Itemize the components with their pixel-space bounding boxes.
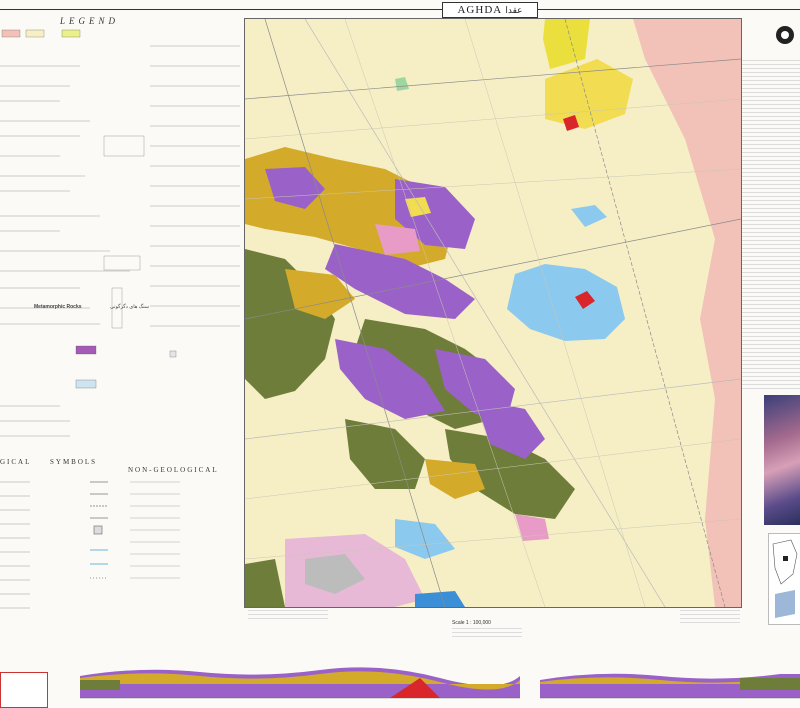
top-border-line xyxy=(0,9,800,10)
geological-map xyxy=(244,18,742,608)
symbols-panel xyxy=(0,481,180,609)
map-credits-right xyxy=(680,610,740,626)
legend-panel xyxy=(0,29,240,437)
location-map-outline xyxy=(772,539,798,618)
legend-stamp-box xyxy=(0,672,48,708)
symbols-nongeological-heading: NON-GEOLOGICAL xyxy=(128,466,219,474)
metamorphic-heading-persian: سنگ های دگرگونی xyxy=(110,304,149,310)
map-scale: Scale 1 : 100,000 xyxy=(452,620,491,626)
legend-heading: LEGEND xyxy=(60,16,120,26)
map-title-persian: عقدا xyxy=(505,5,523,15)
map-credits-left xyxy=(248,610,328,620)
symbols-geological-heading: GICAL xyxy=(0,458,32,466)
cross-section-a xyxy=(80,667,520,699)
map-credits-center xyxy=(452,628,522,640)
institute-logo-icon xyxy=(776,26,794,44)
cross-section-b xyxy=(540,673,800,699)
landscape-photo xyxy=(764,395,800,525)
map-canvas xyxy=(245,19,741,607)
map-title: AGHDA xyxy=(457,4,502,16)
symbols-heading: SYMBOLS xyxy=(50,458,98,466)
legend-swatches xyxy=(1,29,177,389)
location-index-map xyxy=(768,533,800,625)
map-title-box: AGHDA عقدا xyxy=(442,2,538,18)
map-sheet: AGHDA عقدا LEGEND Metamorphic Rocks سنگ … xyxy=(0,0,800,708)
metamorphic-heading: Metamorphic Rocks xyxy=(34,304,82,310)
explanatory-text-column xyxy=(742,60,800,390)
